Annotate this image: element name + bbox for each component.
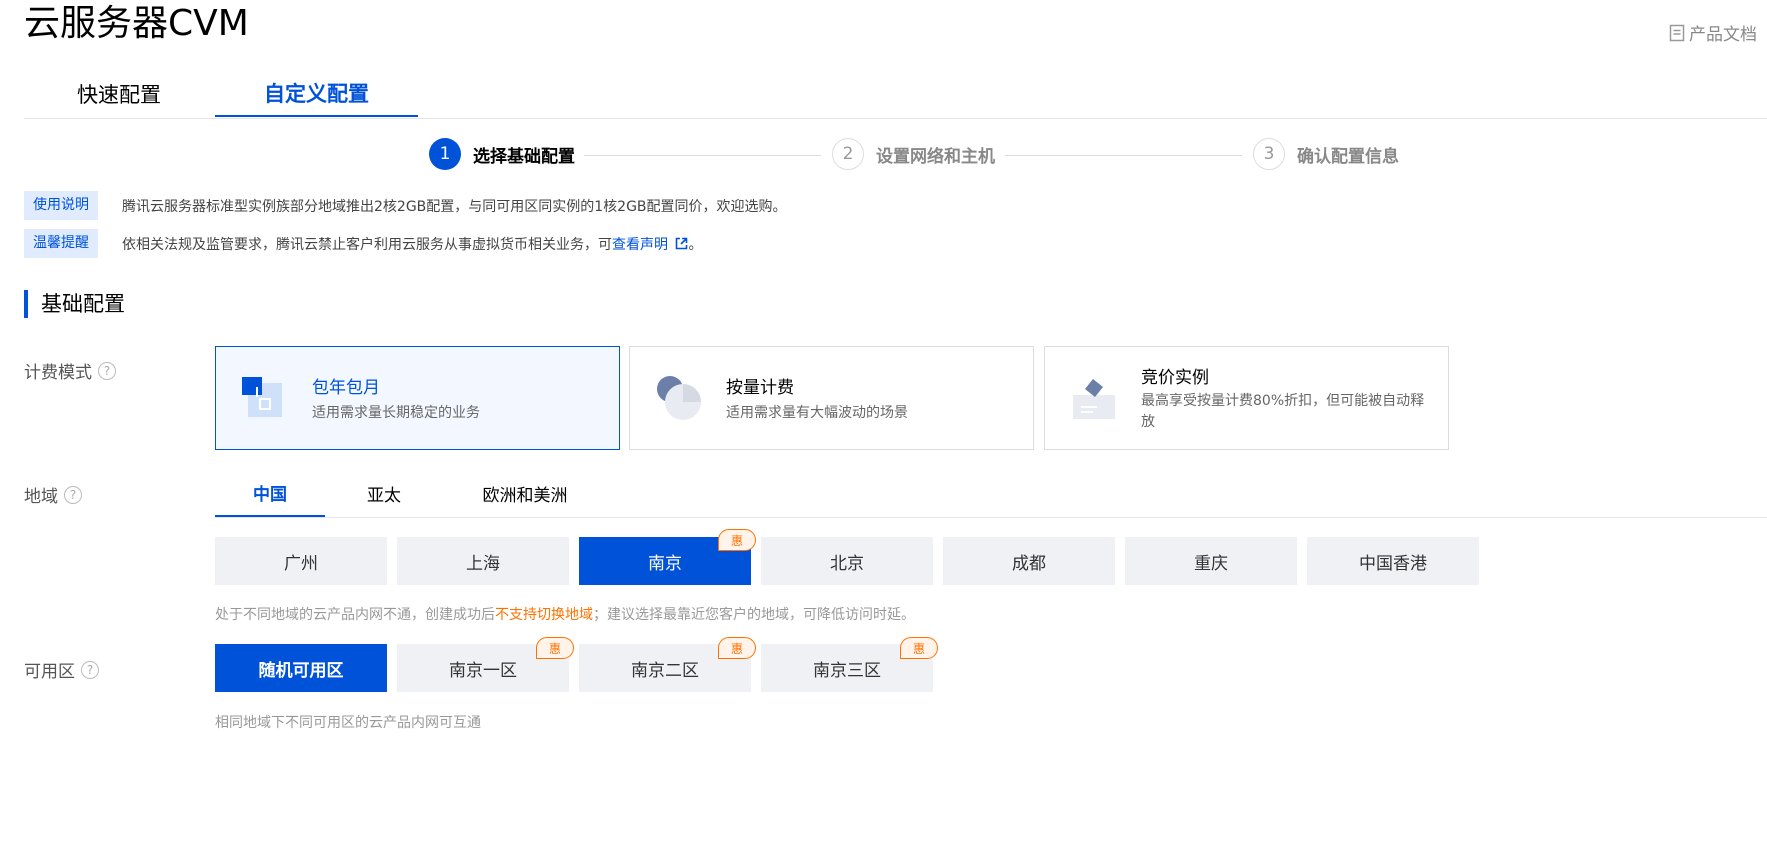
region-option-guangzhou[interactable]: 广州 xyxy=(215,537,387,585)
notice-text: 腾讯云服务器标准型实例族部分地域推出2核2GB配置，与同可用区同实例的1核2GB… xyxy=(122,198,787,215)
page-title: 云服务器CVM xyxy=(24,3,249,44)
help-icon[interactable]: ? xyxy=(64,485,82,504)
zone-hint: 相同地域下不同可用区的云产品内网可互通 xyxy=(215,715,481,731)
docs-label: 产品文档 xyxy=(1689,25,1757,45)
notice-usage: 使用说明 腾讯云服务器标准型实例族部分地域推出2核2GB配置，与同可用区同实例的… xyxy=(24,191,787,220)
region-label: 地域 ? xyxy=(24,482,82,507)
notice-suffix: 。 xyxy=(688,236,703,253)
step-label: 设置网络和主机 xyxy=(876,146,995,167)
discount-badge: 惠 xyxy=(718,529,756,551)
label-text: 计费模式 xyxy=(24,363,92,383)
step-label: 确认配置信息 xyxy=(1297,146,1399,167)
region-option-hongkong[interactable]: 中国香港 xyxy=(1307,537,1479,585)
tab-region-apac[interactable]: 亚太 xyxy=(329,470,439,516)
step-number: 2 xyxy=(832,138,864,170)
region-tabs: 中国 亚太 欧洲和美洲 xyxy=(215,470,1767,518)
step-label: 选择基础配置 xyxy=(473,146,575,167)
config-tabs: 快速配置 自定义配置 xyxy=(24,70,1767,119)
section-title: 基础配置 xyxy=(24,290,125,318)
step-connector xyxy=(584,155,821,156)
external-link-icon xyxy=(676,237,688,249)
card-title: 按量计费 xyxy=(726,378,794,398)
card-desc: 适用需求量有大幅波动的场景 xyxy=(726,405,908,421)
calendar-icon xyxy=(242,377,282,417)
card-title: 竞价实例 xyxy=(1141,368,1209,388)
step-3: 3 确认配置信息 xyxy=(1253,138,1399,170)
help-icon[interactable]: ? xyxy=(81,660,99,679)
discount-badge: 惠 xyxy=(718,637,756,659)
notice-tag: 温馨提醒 xyxy=(24,229,98,258)
help-icon[interactable]: ? xyxy=(98,361,116,380)
card-desc: 适用需求量长期稳定的业务 xyxy=(312,405,480,421)
label-text: 可用区 xyxy=(24,662,75,682)
document-icon xyxy=(1669,24,1685,41)
billing-mode-label: 计费模式 ? xyxy=(24,358,116,383)
tab-region-eu-us[interactable]: 欧洲和美洲 xyxy=(465,470,585,516)
step-number: 3 xyxy=(1253,138,1285,170)
zone-option-random[interactable]: 随机可用区 xyxy=(215,644,387,692)
product-docs-link[interactable]: 产品文档 xyxy=(1669,20,1757,45)
region-option-chongqing[interactable]: 重庆 xyxy=(1125,537,1297,585)
step-2: 2 设置网络和主机 xyxy=(832,138,995,170)
hint-text: 处于不同地域的云产品内网不通，创建成功后 xyxy=(215,607,495,623)
card-title: 包年包月 xyxy=(312,378,380,398)
hint-text: ；建议选择最靠近您客户的地域，可降低访问时延。 xyxy=(593,607,915,623)
label-text: 地域 xyxy=(24,487,58,507)
billing-option-pay-as-you-go[interactable]: 按量计费 适用需求量有大幅波动的场景 xyxy=(629,346,1034,450)
bid-gavel-icon xyxy=(1073,379,1115,419)
pie-chart-icon xyxy=(657,376,701,420)
region-option-shanghai[interactable]: 上海 xyxy=(397,537,569,585)
step-connector xyxy=(1005,155,1242,156)
discount-badge: 惠 xyxy=(536,637,574,659)
tab-custom-config[interactable]: 自定义配置 xyxy=(215,70,418,117)
card-desc: 最高享受按量计费80%折扣，但可能被自动释放 xyxy=(1141,393,1425,430)
zone-label: 可用区 ? xyxy=(24,657,99,682)
region-option-chengdu[interactable]: 成都 xyxy=(943,537,1115,585)
notice-tag: 使用说明 xyxy=(24,191,98,220)
billing-option-spot[interactable]: 竞价实例 最高享受按量计费80%折扣，但可能被自动释放 xyxy=(1044,346,1449,450)
link-label: 查看声明 xyxy=(612,236,668,253)
tab-quick-config[interactable]: 快速配置 xyxy=(24,70,214,117)
view-statement-link[interactable]: 查看声明 xyxy=(612,234,688,254)
notice-reminder: 温馨提醒 依相关法规及监管要求，腾讯云禁止客户利用云服务从事虚拟货币相关业务，可… xyxy=(24,229,702,258)
discount-badge: 惠 xyxy=(900,637,938,659)
tab-region-china[interactable]: 中国 xyxy=(215,470,325,517)
step-1: 1 选择基础配置 xyxy=(429,138,575,170)
notice-text: 依相关法规及监管要求，腾讯云禁止客户利用云服务从事虚拟货币相关业务，可 xyxy=(122,236,612,253)
region-option-beijing[interactable]: 北京 xyxy=(761,537,933,585)
billing-option-monthly[interactable]: 包年包月 适用需求量长期稳定的业务 xyxy=(215,346,620,450)
region-hint: 处于不同地域的云产品内网不通，创建成功后不支持切换地域；建议选择最靠近您客户的地… xyxy=(215,604,915,624)
hint-warning: 不支持切换地域 xyxy=(495,607,593,623)
step-number: 1 xyxy=(429,138,461,170)
